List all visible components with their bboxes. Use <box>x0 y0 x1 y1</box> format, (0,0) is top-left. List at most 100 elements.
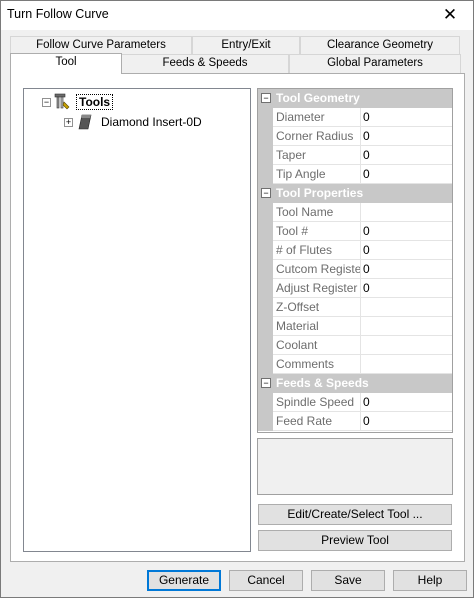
tab-tool[interactable]: Tool <box>10 53 122 74</box>
property-row-corner-radius[interactable]: Corner Radius 0 <box>258 127 452 146</box>
property-name: Feed Rate <box>276 414 333 428</box>
column-divider <box>360 203 361 222</box>
property-name: Taper <box>276 148 307 162</box>
collapse-icon[interactable]: − <box>42 98 51 107</box>
save-button[interactable]: Save <box>311 570 385 591</box>
property-name: Spindle Speed <box>276 395 355 409</box>
property-value[interactable]: 0 <box>363 262 370 276</box>
property-value[interactable]: 0 <box>363 148 370 162</box>
cancel-button[interactable]: Cancel <box>229 570 303 591</box>
column-divider <box>360 241 361 260</box>
collapse-icon[interactable]: − <box>261 188 271 198</box>
property-row-tool-number[interactable]: Tool # 0 <box>258 222 452 241</box>
tab-label: Global Parameters <box>327 57 423 69</box>
property-row-comments[interactable]: Comments <box>258 355 452 374</box>
property-value[interactable]: 0 <box>363 224 370 238</box>
tab-global-parameters[interactable]: Global Parameters <box>289 54 461 73</box>
property-row-tool-name[interactable]: Tool Name <box>258 203 452 222</box>
property-row-num-flutes[interactable]: # of Flutes 0 <box>258 241 452 260</box>
property-value[interactable]: 0 <box>363 414 370 428</box>
category-tool-geometry[interactable]: − Tool Geometry <box>258 89 452 108</box>
column-divider <box>360 165 361 184</box>
property-row-taper[interactable]: Taper 0 <box>258 146 452 165</box>
property-row-material[interactable]: Material <box>258 317 452 336</box>
row-gutter <box>258 317 273 336</box>
row-gutter <box>258 222 273 241</box>
property-row-spindle-speed[interactable]: Spindle Speed 0 <box>258 393 452 412</box>
property-grid[interactable]: − Tool Geometry Diameter 0 Corner Radius 0… <box>257 88 453 433</box>
close-icon[interactable]: ✕ <box>427 1 473 30</box>
preview-tool-button[interactable]: Preview Tool <box>258 530 452 551</box>
help-button[interactable]: Help <box>393 570 467 591</box>
property-value[interactable]: 0 <box>363 129 370 143</box>
row-gutter <box>258 127 273 146</box>
tab-entry-exit[interactable]: Entry/Exit <box>192 36 300 55</box>
generate-button[interactable]: Generate <box>147 570 221 591</box>
collapse-icon[interactable]: − <box>261 93 271 103</box>
property-row-adjust-register[interactable]: Adjust Register 0 <box>258 279 452 298</box>
property-row-coolant[interactable]: Coolant <box>258 336 452 355</box>
property-row-z-offset[interactable]: Z-Offset <box>258 298 452 317</box>
tab-clearance-geometry[interactable]: Clearance Geometry <box>300 36 460 55</box>
row-gutter <box>258 279 273 298</box>
column-divider <box>360 298 361 317</box>
property-name: Tool # <box>276 224 309 238</box>
row-gutter <box>258 355 273 374</box>
tab-label: Follow Curve Parameters <box>36 39 166 51</box>
property-value[interactable]: 0 <box>363 395 370 409</box>
row-gutter <box>258 336 273 355</box>
edit-create-select-tool-button[interactable]: Edit/Create/Select Tool ... <box>258 504 452 525</box>
property-value[interactable]: 0 <box>363 281 370 295</box>
property-name: Tool Name <box>276 205 334 219</box>
category-feeds-speeds[interactable]: − Feeds & Speeds <box>258 374 452 393</box>
property-name: Cutcom Registe <box>276 262 360 276</box>
property-name: Z-Offset <box>276 300 320 314</box>
window-title: Turn Follow Curve <box>7 7 109 21</box>
property-name: Material <box>276 319 319 333</box>
row-gutter <box>258 393 273 412</box>
column-divider <box>360 393 361 412</box>
tool-tree[interactable]: − Tools + Diamond Insert-0D <box>23 88 251 552</box>
tab-feeds-speeds[interactable]: Feeds & Speeds <box>121 54 289 73</box>
column-divider <box>360 146 361 165</box>
column-divider <box>360 260 361 279</box>
row-gutter <box>258 108 273 127</box>
property-name: Coolant <box>276 338 318 352</box>
column-divider <box>360 108 361 127</box>
row-gutter <box>258 412 273 431</box>
property-value[interactable]: 0 <box>363 110 370 124</box>
column-divider <box>360 355 361 374</box>
property-value[interactable]: 0 <box>363 243 370 257</box>
column-divider <box>360 336 361 355</box>
tab-label: Entry/Exit <box>221 39 271 51</box>
collapse-icon[interactable]: − <box>261 378 271 388</box>
tree-item-tools[interactable]: − Tools <box>41 93 241 111</box>
diamond-insert-icon <box>78 114 92 130</box>
tree-item-diamond-insert[interactable]: + Diamond Insert-0D <box>64 113 244 131</box>
row-gutter <box>258 298 273 317</box>
tab-label: Feeds & Speeds <box>162 57 248 69</box>
property-name: # of Flutes <box>276 243 333 257</box>
property-name: Comments <box>276 357 335 371</box>
row-gutter <box>258 241 273 260</box>
dialog-window: Turn Follow Curve ✕ Follow Curve Paramet… <box>0 0 474 598</box>
property-row-diameter[interactable]: Diameter 0 <box>258 108 452 127</box>
property-name: Tip Angle <box>276 167 326 181</box>
expand-icon[interactable]: + <box>64 118 73 127</box>
tab-label: Tool <box>55 56 77 68</box>
row-gutter <box>258 203 273 222</box>
category-tool-properties[interactable]: − Tool Properties <box>258 184 452 203</box>
category-label: Tool Properties <box>276 186 364 200</box>
tree-label-tools[interactable]: Tools <box>76 94 114 110</box>
property-row-feed-rate[interactable]: Feed Rate 0 <box>258 412 452 431</box>
property-row-tip-angle[interactable]: Tip Angle 0 <box>258 165 452 184</box>
row-gutter <box>258 165 273 184</box>
tree-label-diamond-insert[interactable]: Diamond Insert-0D <box>101 113 202 131</box>
property-description-box <box>257 438 453 495</box>
property-value[interactable]: 0 <box>363 167 370 181</box>
tab-label: Clearance Geometry <box>326 39 434 51</box>
row-gutter <box>258 260 273 279</box>
property-name: Diameter <box>276 110 325 124</box>
property-row-cutcom-register[interactable]: Cutcom Registe 0 <box>258 260 452 279</box>
tools-icon <box>54 93 70 111</box>
